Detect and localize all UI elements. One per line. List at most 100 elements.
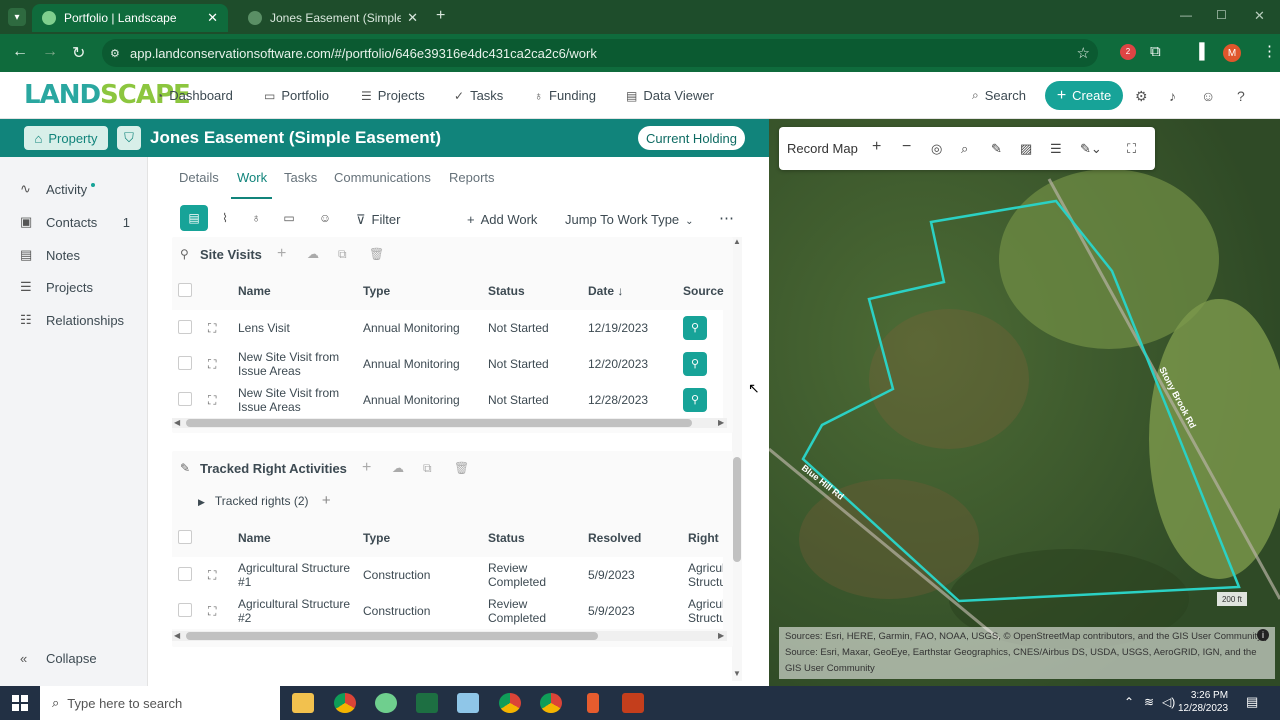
- create-button[interactable]: + Create: [1045, 81, 1123, 110]
- volume-icon[interactable]: ◁): [1162, 695, 1175, 709]
- sidebar-item-projects[interactable]: ☰ Projects: [20, 279, 93, 295]
- scroll-right-arrow-icon[interactable]: ▶: [718, 631, 724, 640]
- column-header-status[interactable]: Status: [482, 519, 582, 557]
- image-icon[interactable]: ▨: [1020, 141, 1032, 157]
- horizontal-scroll-thumb[interactable]: [186, 419, 692, 427]
- add-work-button[interactable]: + Add Work: [467, 212, 537, 227]
- minimize-window-icon[interactable]: —: [1180, 8, 1192, 22]
- property-type-button[interactable]: ⌂ Property: [24, 126, 108, 150]
- table-row[interactable]: ⛶ Lens Visit Annual Monitoring Not Start…: [172, 310, 723, 346]
- layers-icon[interactable]: ☰: [1050, 141, 1062, 157]
- row-checkbox-cell[interactable]: [172, 310, 202, 346]
- row-checkbox-cell[interactable]: [172, 557, 202, 593]
- scroll-down-arrow-icon[interactable]: ▼: [733, 669, 741, 678]
- edit-dropdown-icon[interactable]: ✎⌄: [1080, 141, 1102, 157]
- cell-name[interactable]: Agricultural Structure #1: [232, 557, 357, 593]
- row-checkbox[interactable]: [178, 319, 192, 334]
- url-field[interactable]: ⚙ app.landconservationsoftware.com/#/por…: [102, 39, 1098, 67]
- site-visits-filter-icon[interactable]: ▤: [180, 205, 208, 231]
- tracked-rights-horizontal-scrollbar[interactable]: ◀ ▶: [172, 631, 727, 641]
- sidebar-item-relationships[interactable]: ☷ Relationships: [20, 312, 124, 328]
- nav-data-viewer[interactable]: ▤ Data Viewer: [626, 88, 714, 103]
- collapse-sidebar-button[interactable]: « Collapse: [20, 651, 97, 666]
- file-explorer-icon[interactable]: [292, 693, 314, 713]
- select-all-checkbox-cell[interactable]: [172, 519, 202, 557]
- table-row[interactable]: ⛶ Agricultural Structure #2 Construction…: [172, 593, 723, 629]
- cell-name[interactable]: Agricultural Structure #2: [232, 593, 357, 629]
- scroll-left-arrow-icon[interactable]: ◀: [174, 631, 180, 640]
- cloud-upload-icon[interactable]: ☁: [307, 247, 319, 261]
- tab-details[interactable]: Details: [179, 170, 219, 185]
- windows-start-icon[interactable]: [12, 695, 28, 711]
- forward-icon[interactable]: →: [42, 43, 58, 61]
- reload-icon[interactable]: ↻: [72, 43, 85, 63]
- add-group-icon[interactable]: +: [322, 492, 331, 509]
- browser-tab-active[interactable]: Portfolio | Landscape ✕: [32, 4, 228, 32]
- cell-name[interactable]: New Site Visit from Issue Areas: [232, 346, 357, 382]
- row-checkbox-cell[interactable]: [172, 346, 202, 382]
- tracked-rights-group-toggle[interactable]: ▶ Tracked rights (2) +: [198, 492, 331, 509]
- settings-gear-icon[interactable]: ⚙: [1135, 88, 1148, 105]
- easement-type-icon[interactable]: ⛉: [117, 126, 141, 150]
- network-icon[interactable]: ≋: [1144, 695, 1154, 709]
- add-site-visit-icon[interactable]: +: [277, 245, 286, 263]
- column-header-name[interactable]: Name: [232, 272, 357, 310]
- select-all-checkbox[interactable]: [178, 282, 192, 297]
- close-tab-icon[interactable]: ✕: [407, 10, 418, 26]
- nav-funding[interactable]: ♁ Funding: [534, 88, 596, 103]
- document-filter-icon[interactable]: ▭: [275, 205, 303, 231]
- table-row[interactable]: ⛶ New Site Visit from Issue Areas Annual…: [172, 382, 723, 418]
- content-vertical-scrollbar[interactable]: ▲ ▼: [732, 237, 742, 681]
- row-checkbox[interactable]: [178, 566, 192, 581]
- column-header-status[interactable]: Status: [482, 272, 582, 310]
- sidebar-item-notes[interactable]: ▤ Notes: [20, 247, 80, 263]
- sidebar-item-contacts[interactable]: ▣ Contacts 1: [20, 214, 130, 230]
- column-header-right[interactable]: Right: [682, 519, 723, 557]
- zoom-out-icon[interactable]: −: [902, 138, 911, 156]
- profile-avatar[interactable]: M: [1223, 44, 1241, 62]
- back-icon[interactable]: ←: [12, 43, 28, 61]
- table-row[interactable]: ⛶ Agricultural Structure #1 Construction…: [172, 557, 723, 593]
- table-row[interactable]: ⛶ New Site Visit from Issue Areas Annual…: [172, 346, 723, 382]
- holding-status-badge[interactable]: Current Holding: [638, 126, 745, 150]
- map-search-icon[interactable]: ⌕: [961, 141, 968, 157]
- side-panel-icon[interactable]: ▐: [1194, 43, 1205, 60]
- select-all-checkbox[interactable]: [178, 529, 192, 544]
- vertical-scroll-thumb[interactable]: [733, 457, 741, 562]
- globe-icon[interactable]: ◎: [931, 141, 942, 157]
- source-mobile-icon[interactable]: ⚲: [683, 352, 707, 376]
- tab-communications[interactable]: Communications: [334, 170, 431, 185]
- scroll-right-arrow-icon[interactable]: ▶: [718, 418, 724, 427]
- column-header-name[interactable]: Name: [232, 519, 357, 557]
- copy-icon[interactable]: ⧉: [423, 461, 432, 476]
- notepad-icon[interactable]: [457, 693, 479, 713]
- column-header-type[interactable]: Type: [357, 519, 482, 557]
- system-clock[interactable]: 3:26 PM 12/28/2023: [1178, 689, 1228, 715]
- tab-list-dropdown-icon[interactable]: ▾: [8, 8, 26, 26]
- scroll-up-arrow-icon[interactable]: ▲: [733, 237, 741, 246]
- column-header-type[interactable]: Type: [357, 272, 482, 310]
- row-checkbox[interactable]: [178, 355, 192, 370]
- person-filter-icon[interactable]: ☺: [311, 205, 339, 231]
- funding-filter-icon[interactable]: ♁: [242, 205, 270, 231]
- more-options-icon[interactable]: ⋯: [719, 209, 734, 227]
- extension-icon[interactable]: 2: [1120, 44, 1136, 60]
- cell-name[interactable]: New Site Visit from Issue Areas: [232, 382, 357, 418]
- taskbar-search-box[interactable]: ⌕ Type here to search: [40, 686, 280, 720]
- tab-work[interactable]: Work: [237, 170, 267, 185]
- cloud-upload-icon[interactable]: ☁: [392, 461, 404, 475]
- jump-to-work-type-dropdown[interactable]: Jump To Work Type ⌄: [565, 212, 694, 227]
- nav-dashboard[interactable]: ◔ Dashboard: [156, 88, 233, 103]
- tab-tasks[interactable]: Tasks: [284, 170, 317, 185]
- site-info-icon[interactable]: ⚙: [110, 47, 120, 60]
- system-tray-arrow-icon[interactable]: ⌃: [1124, 695, 1134, 709]
- browser-tab-inactive[interactable]: Jones Easement (Simple Easeme ✕: [238, 4, 428, 32]
- row-checkbox-cell[interactable]: [172, 382, 202, 418]
- row-checkbox-cell[interactable]: [172, 593, 202, 629]
- record-map[interactable]: Stony Brook Rd Blue Hill Rd: [769, 119, 1280, 686]
- search-button[interactable]: ⌕ Search: [972, 88, 1026, 103]
- new-tab-icon[interactable]: +: [436, 7, 445, 25]
- select-all-checkbox-cell[interactable]: [172, 272, 202, 310]
- info-icon[interactable]: i: [1257, 629, 1269, 641]
- scroll-left-arrow-icon[interactable]: ◀: [174, 418, 180, 427]
